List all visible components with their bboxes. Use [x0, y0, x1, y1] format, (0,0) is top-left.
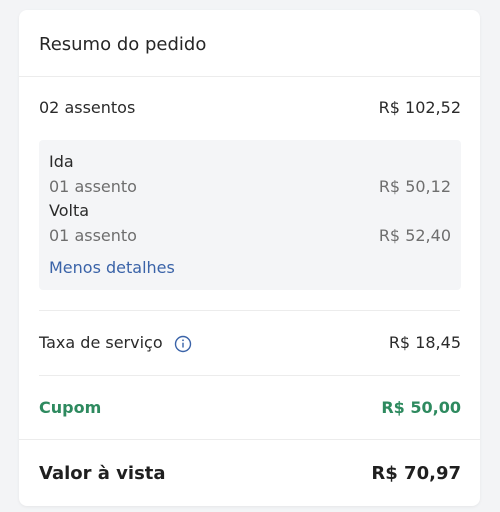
header-divider — [19, 76, 480, 77]
outbound-title: Ida — [49, 152, 74, 171]
fee-divider — [39, 375, 460, 376]
coupon-value: R$ 50,00 — [381, 398, 461, 417]
service-fee-label: Taxa de serviço — [39, 333, 163, 352]
outbound-seats-label: 01 assento — [49, 177, 137, 196]
service-fee-row: Taxa de serviço R$ 18,45 — [39, 333, 461, 353]
outbound-price: R$ 50,12 — [378, 177, 451, 196]
total-row: Valor à vista R$ 70,97 — [39, 463, 461, 484]
details-divider — [39, 310, 460, 311]
seats-label: 02 assentos — [39, 98, 136, 117]
coupon-divider — [19, 439, 480, 440]
less-details-link[interactable]: Menos detalhes — [49, 258, 175, 277]
return-price: R$ 52,40 — [378, 226, 451, 245]
total-label: Valor à vista — [39, 463, 166, 484]
coupon-row: Cupom R$ 50,00 — [39, 398, 461, 417]
return-seats-label: 01 assento — [49, 226, 137, 245]
trip-details-panel: Ida 01 assento R$ 50,12 Volta 01 assento… — [39, 140, 461, 290]
coupon-label: Cupom — [39, 398, 102, 417]
seats-row: 02 assentos R$ 102,52 — [39, 98, 461, 117]
order-summary-title: Resumo do pedido — [39, 34, 207, 55]
total-value: R$ 70,97 — [371, 463, 461, 484]
service-fee-label-group: Taxa de serviço — [39, 333, 192, 353]
info-icon[interactable] — [174, 335, 192, 353]
return-title: Volta — [49, 201, 90, 220]
return-row: 01 assento R$ 52,40 — [49, 226, 451, 245]
outbound-row: 01 assento R$ 50,12 — [49, 177, 451, 196]
seats-value: R$ 102,52 — [378, 98, 461, 117]
service-fee-value: R$ 18,45 — [388, 333, 461, 353]
order-summary-card: Resumo do pedido 02 assentos R$ 102,52 I… — [19, 10, 480, 506]
